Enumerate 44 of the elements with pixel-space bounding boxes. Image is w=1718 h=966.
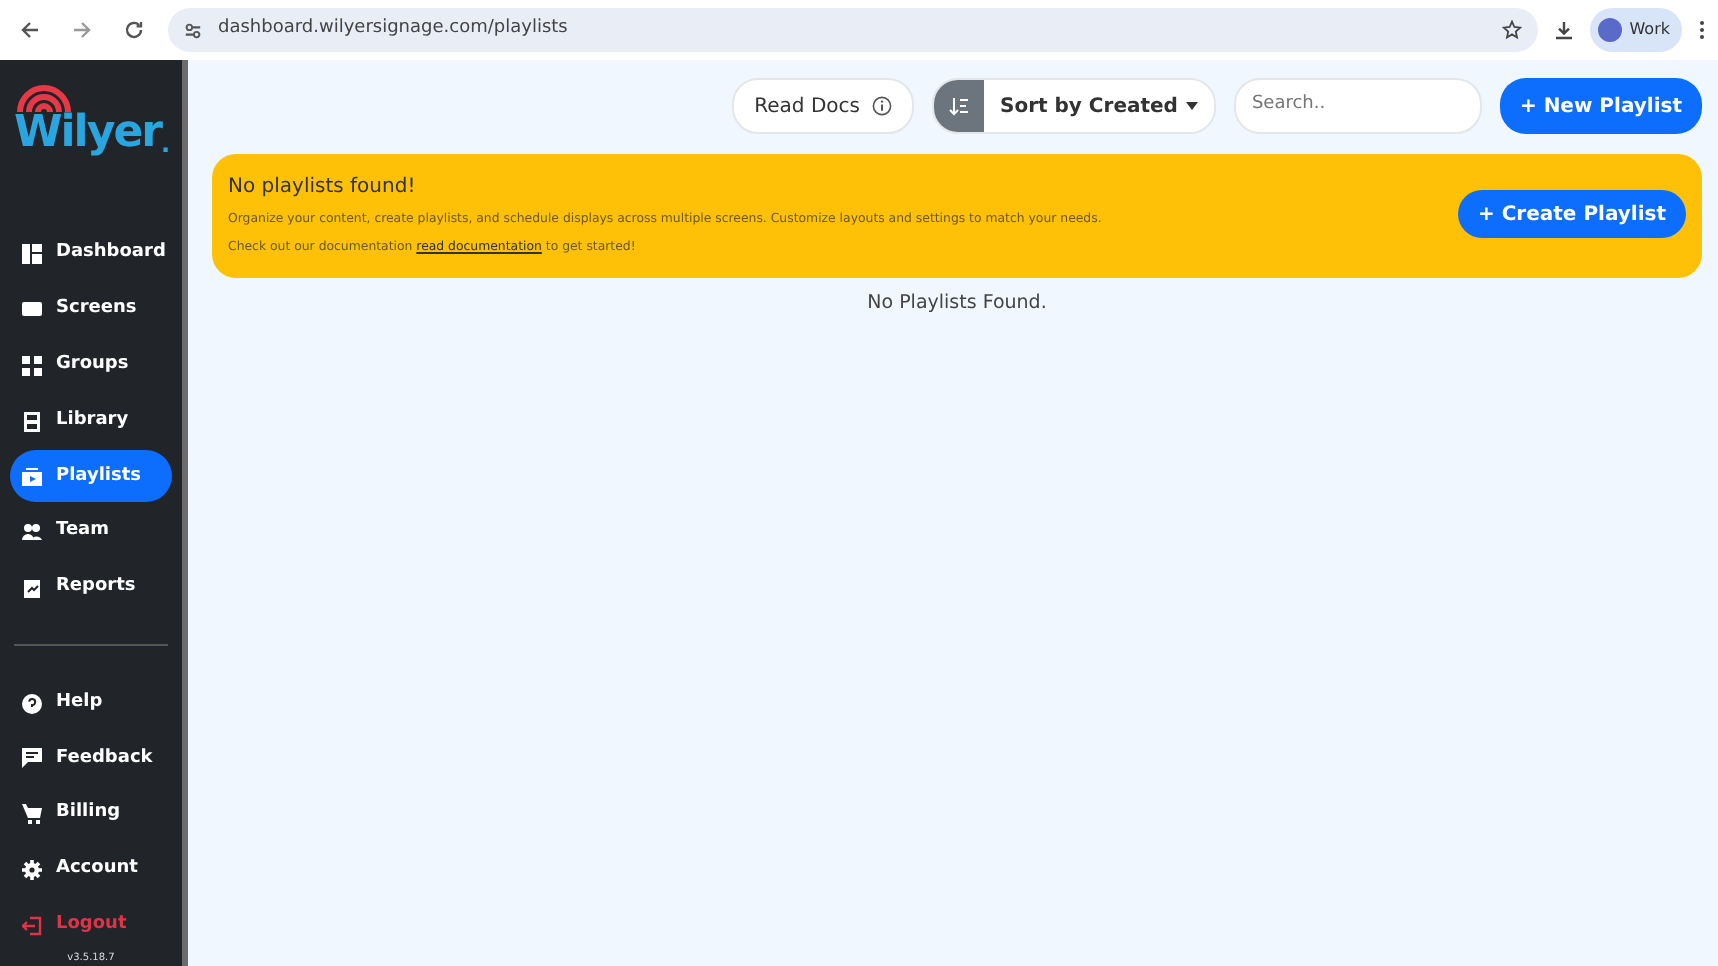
sidebar-item[interactable]: Feedback [10, 732, 172, 785]
menu-icon[interactable] [1698, 20, 1706, 40]
star-icon[interactable] [1501, 20, 1522, 40]
team-icon [22, 522, 42, 543]
sort-order-button[interactable] [934, 80, 984, 132]
sidebar-item[interactable]: Library [10, 394, 172, 448]
create-playlist-button[interactable]: + Create Playlist [1457, 190, 1686, 239]
avatar [1597, 18, 1622, 42]
empty-message: No Playlists Found. [865, 289, 1049, 318]
site-settings-icon[interactable] [184, 21, 202, 39]
alert-title: No playlists found! [228, 174, 418, 202]
info-icon [872, 96, 892, 116]
logo-dot: . [160, 132, 171, 156]
film-icon [22, 411, 42, 432]
chat-icon [22, 748, 42, 769]
sidebar-item[interactable]: Dashboard [10, 228, 172, 281]
url-text: dashboard.wilyersignage.com/playlists [218, 16, 568, 43]
caret-icon [1185, 102, 1198, 110]
read-docs-button[interactable]: Read Docs [732, 78, 914, 134]
screen-icon [22, 299, 42, 320]
sidebar-item[interactable]: Playlists [10, 450, 172, 503]
sort-icon [948, 95, 970, 117]
profile-button[interactable]: Work [1589, 8, 1682, 52]
signal-arcs-icon [14, 80, 74, 112]
address-bar[interactable]: dashboard.wilyersignage.com/playlists [168, 8, 1538, 52]
sidebar-item[interactable]: Reports [10, 561, 172, 614]
sidebar-item[interactable]: Help [10, 677, 172, 730]
search-field[interactable]: Search.. [1233, 78, 1482, 134]
download-icon[interactable] [1553, 20, 1574, 40]
help-icon [22, 693, 42, 714]
sidebar-item[interactable]: Billing [10, 788, 172, 841]
sidebar-item[interactable]: Screens [10, 283, 172, 336]
clipboard-icon [22, 577, 42, 598]
sidebar-item[interactable]: Team [10, 506, 172, 559]
new-playlist-button[interactable]: + New Playlist [1499, 78, 1702, 134]
logout-icon [22, 915, 42, 936]
playlist-icon [22, 466, 42, 487]
sidebar-item[interactable]: Account [10, 843, 172, 897]
dashboard-icon [22, 244, 42, 265]
logo-text: Wilyer [14, 112, 161, 156]
gear-icon [22, 859, 42, 880]
grid-icon [22, 355, 42, 376]
cart-icon [22, 804, 42, 825]
sidebar-item[interactable]: Groups [10, 339, 172, 392]
